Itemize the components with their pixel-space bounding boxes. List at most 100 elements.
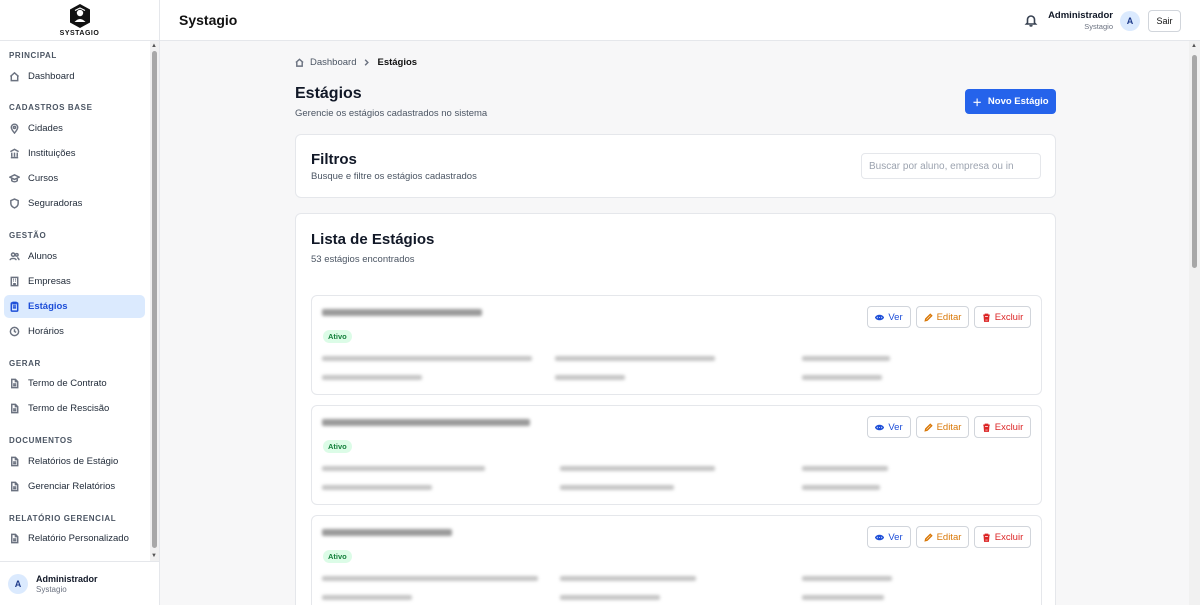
users-icon bbox=[9, 252, 20, 261]
sidebar-item-label: Dashboard bbox=[28, 71, 75, 82]
delete-button[interactable]: Excluir bbox=[974, 526, 1031, 548]
sidebar-item-horarios[interactable]: Horários bbox=[4, 320, 145, 343]
plus-icon: ＋ bbox=[972, 97, 982, 109]
redacted-text bbox=[322, 356, 532, 361]
redacted-text bbox=[802, 595, 884, 600]
sidebar-item-gerenciar-relatorios[interactable]: Gerenciar Relatórios bbox=[4, 475, 145, 498]
sidebar-item-label: Relatórios de Estágio bbox=[28, 456, 119, 467]
breadcrumb-home[interactable]: Dashboard bbox=[310, 57, 356, 68]
new-estagio-button[interactable]: ＋ Novo Estágio bbox=[965, 89, 1056, 114]
edit-button[interactable]: Editar bbox=[916, 306, 969, 328]
view-label: Ver bbox=[888, 311, 903, 323]
sidebar-item-estagios[interactable]: Estágios bbox=[4, 295, 145, 318]
list-item[interactable]: Ativo Ver Editar Excluir bbox=[311, 295, 1042, 395]
status-badge: Ativo bbox=[323, 440, 352, 453]
office-icon bbox=[10, 276, 19, 287]
header-user[interactable]: Administrador Systagio bbox=[1048, 10, 1113, 31]
redacted-text bbox=[560, 576, 696, 581]
delete-label: Excluir bbox=[994, 311, 1024, 323]
edit-label: Editar bbox=[936, 421, 962, 433]
user-org: Systagio bbox=[36, 584, 67, 594]
list-item[interactable]: Ativo Ver Editar Excluir bbox=[311, 515, 1042, 605]
main-content: Dashboard Estágios Estágios Gerencie os … bbox=[160, 41, 1189, 605]
redacted-text bbox=[560, 595, 660, 600]
user-name: Administrador bbox=[36, 573, 98, 584]
trash-icon bbox=[983, 313, 990, 322]
bell-icon[interactable] bbox=[1024, 13, 1038, 27]
sidebar-item-label: Empresas bbox=[28, 276, 71, 287]
delete-button[interactable]: Excluir bbox=[974, 306, 1031, 328]
redacted-text bbox=[802, 375, 882, 380]
section-title-gerar: GERAR bbox=[9, 359, 41, 368]
clipboard-icon bbox=[10, 301, 19, 312]
sidebar-item-relatorio-personalizado[interactable]: Relatório Personalizado bbox=[4, 527, 145, 550]
edit-button[interactable]: Editar bbox=[916, 526, 969, 548]
redacted-text bbox=[802, 485, 880, 490]
page-scrollbar-thumb[interactable] bbox=[1192, 55, 1197, 268]
delete-label: Excluir bbox=[994, 531, 1024, 543]
home-icon bbox=[295, 58, 304, 67]
scroll-up-arrow-icon[interactable]: ▲ bbox=[1191, 43, 1197, 49]
app-title: Systagio bbox=[179, 12, 238, 28]
breadcrumb-current: Estágios bbox=[377, 57, 418, 68]
sidebar-item-label: Cursos bbox=[28, 173, 59, 184]
sidebar-item-seguradoras[interactable]: Seguradoras bbox=[4, 192, 145, 215]
redacted-text bbox=[560, 466, 715, 471]
header-user-org: Systagio bbox=[1084, 22, 1113, 31]
sidebar-item-relatorios-estagio[interactable]: Relatórios de Estágio bbox=[4, 450, 145, 473]
sidebar-item-termo-contrato[interactable]: Termo de Contrato bbox=[4, 372, 145, 395]
sidebar-item-label: Termo de Rescisão bbox=[28, 403, 110, 414]
sidebar-item-label: Relatório Personalizado bbox=[28, 533, 129, 544]
view-button[interactable]: Ver bbox=[867, 526, 911, 548]
list-item[interactable]: Ativo Ver Editar Excluir bbox=[311, 405, 1042, 505]
sidebar-scrollbar-thumb[interactable] bbox=[152, 51, 157, 548]
redacted-text bbox=[555, 375, 625, 380]
sidebar-item-empresas[interactable]: Empresas bbox=[4, 270, 145, 293]
logout-button[interactable]: Sair bbox=[1148, 10, 1181, 32]
redacted-text bbox=[322, 485, 432, 490]
logo[interactable]: SYSTAGIO bbox=[0, 0, 159, 41]
sidebar-scrollbar[interactable]: ▲ ▼ bbox=[150, 41, 159, 561]
sidebar: SYSTAGIO PRINCIPAL Dashboard CADASTROS B… bbox=[0, 0, 160, 605]
page-scrollbar[interactable]: ▲ bbox=[1189, 41, 1200, 605]
edit-label: Editar bbox=[936, 311, 962, 323]
pencil-icon bbox=[923, 532, 933, 542]
view-label: Ver bbox=[888, 421, 903, 433]
sidebar-item-label: Seguradoras bbox=[28, 198, 83, 209]
sidebar-item-instituicoes[interactable]: Instituições bbox=[4, 142, 145, 165]
pencil-icon bbox=[923, 422, 933, 432]
file-icon bbox=[11, 456, 19, 467]
file-icon bbox=[11, 533, 19, 544]
view-button[interactable]: Ver bbox=[867, 416, 911, 438]
graduation-cap-icon bbox=[9, 174, 20, 183]
status-badge: Ativo bbox=[323, 330, 352, 343]
filters-title: Filtros bbox=[311, 151, 357, 168]
header-avatar[interactable]: A bbox=[1120, 11, 1140, 31]
delete-button[interactable]: Excluir bbox=[974, 416, 1031, 438]
breadcrumb: Dashboard Estágios bbox=[295, 57, 417, 68]
trash-icon bbox=[983, 423, 990, 432]
redacted-title bbox=[322, 419, 530, 426]
scroll-down-arrow-icon[interactable]: ▼ bbox=[151, 553, 157, 559]
search-input[interactable] bbox=[861, 153, 1041, 179]
redacted-text bbox=[322, 595, 412, 600]
file-icon bbox=[11, 481, 19, 492]
scroll-up-arrow-icon[interactable]: ▲ bbox=[151, 43, 157, 49]
sidebar-item-label: Instituições bbox=[28, 148, 76, 159]
view-button[interactable]: Ver bbox=[867, 306, 911, 328]
sidebar-item-cursos[interactable]: Cursos bbox=[4, 167, 145, 190]
sidebar-item-termo-rescisao[interactable]: Termo de Rescisão bbox=[4, 397, 145, 420]
header-user-name: Administrador bbox=[1048, 10, 1113, 21]
logo-mark-icon bbox=[69, 4, 90, 28]
status-badge: Ativo bbox=[323, 550, 352, 563]
clock-icon bbox=[9, 326, 20, 337]
new-estagio-label: Novo Estágio bbox=[987, 96, 1049, 107]
trash-icon bbox=[983, 533, 990, 542]
redacted-title bbox=[322, 529, 452, 536]
sidebar-item-dashboard[interactable]: Dashboard bbox=[4, 65, 145, 88]
edit-button[interactable]: Editar bbox=[916, 416, 969, 438]
sidebar-item-label: Cidades bbox=[28, 123, 63, 134]
sidebar-item-cidades[interactable]: Cidades bbox=[4, 117, 145, 140]
sidebar-user[interactable]: A Administrador Systagio bbox=[0, 561, 159, 605]
sidebar-item-alunos[interactable]: Alunos bbox=[4, 245, 145, 268]
